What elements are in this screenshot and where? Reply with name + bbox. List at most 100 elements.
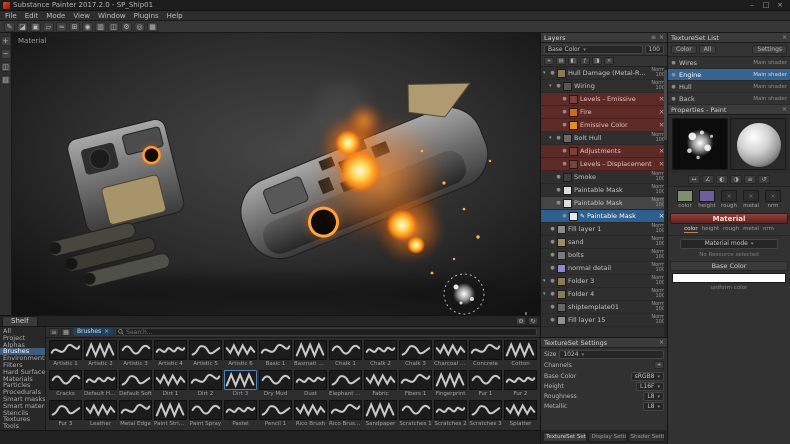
- add-channel-button[interactable]: +: [654, 361, 664, 369]
- brush-item[interactable]: Rico Brush: [293, 399, 328, 429]
- layer-row[interactable]: ●SmokeNorm100: [541, 171, 667, 184]
- brush-item[interactable]: Concrete: [468, 339, 503, 369]
- material-tab-color[interactable]: color: [684, 226, 698, 233]
- material-sphere-preview[interactable]: [730, 118, 786, 170]
- menu-file[interactable]: File: [5, 12, 17, 20]
- brush-item[interactable]: Paint Stripes: [153, 399, 188, 429]
- symmetry-toggle-icon[interactable]: ◫: [1, 62, 11, 72]
- projection-tool[interactable]: ▣: [30, 22, 41, 32]
- brush-item[interactable]: Leather: [83, 399, 118, 429]
- brush-item[interactable]: Chalk 1: [328, 339, 363, 369]
- material-mode-dropdown[interactable]: Material mode: [680, 239, 778, 249]
- shelf-category[interactable]: Alphas: [0, 342, 45, 349]
- shelf-category[interactable]: Smart materials: [0, 403, 45, 410]
- layer-row[interactable]: ▾●WiringNorm100: [541, 80, 667, 93]
- brush-item[interactable]: Scratches 3: [468, 399, 503, 429]
- brush-item[interactable]: Dirt 1: [153, 369, 188, 399]
- panel-close-icon[interactable]: ×: [659, 339, 664, 346]
- brush-item[interactable]: Basic 1: [258, 339, 293, 369]
- reset-icon[interactable]: ↺: [758, 175, 770, 184]
- textureset-row[interactable]: ●EngineMain shader: [668, 69, 790, 81]
- layer-mask-row[interactable]: ●✎Paintable Mask×: [541, 210, 667, 223]
- angle-icon[interactable]: ∠: [702, 175, 714, 184]
- channel-chip-rough[interactable]: ×rough: [719, 190, 739, 209]
- layer-row[interactable]: ●Fill layer 15Norm100: [541, 314, 667, 327]
- brush-item[interactable]: Scratches 2: [433, 399, 468, 429]
- shelf-tab[interactable]: Shelf: [2, 316, 38, 326]
- close-button[interactable]: ×: [773, 0, 787, 10]
- settings-button[interactable]: Settings: [752, 45, 787, 54]
- size-dropdown[interactable]: 1024: [559, 350, 664, 359]
- opacity-icon[interactable]: ◐: [716, 175, 728, 184]
- symmetry-icon[interactable]: ◫: [108, 22, 119, 32]
- paint-tool[interactable]: ✎: [4, 22, 15, 32]
- panel-tab[interactable]: Shader Settings: [628, 432, 665, 442]
- shelf-category[interactable]: Brushes: [0, 348, 45, 355]
- visibility-icon[interactable]: ●: [550, 226, 555, 232]
- visibility-icon[interactable]: ●: [671, 84, 676, 90]
- clone-tool[interactable]: ⊞: [69, 22, 80, 32]
- fill-mode-icon[interactable]: ▤: [1, 75, 11, 85]
- visibility-icon[interactable]: ●: [562, 161, 567, 167]
- channel-format-dropdown[interactable]: L8: [643, 402, 664, 411]
- layer-effect-row[interactable]: ●Levels - Displacement×: [541, 158, 667, 171]
- visibility-icon[interactable]: ●: [550, 239, 555, 245]
- layer-blend-dropdown[interactable]: Base Color: [544, 45, 643, 54]
- visibility-icon[interactable]: ●: [562, 109, 567, 115]
- shelf-category[interactable]: Materials: [0, 376, 45, 383]
- shelf-category[interactable]: Environments: [0, 355, 45, 362]
- filter-list-icon[interactable]: ≡: [49, 328, 59, 336]
- brush-item[interactable]: Dirt 3: [223, 369, 258, 399]
- menu-help[interactable]: Help: [167, 12, 183, 20]
- brush-item[interactable]: Scratches 1: [398, 399, 433, 429]
- shelf-category[interactable]: Filters: [0, 362, 45, 369]
- grid-icon[interactable]: ▦: [147, 22, 158, 32]
- layer-effect-row[interactable]: ●Adjustments×: [541, 145, 667, 158]
- expand-caret-icon[interactable]: ▾: [549, 83, 554, 89]
- viewport-canvas[interactable]: [12, 33, 540, 315]
- brush-item[interactable]: Default Soft: [118, 369, 153, 399]
- brush-item[interactable]: Artistic 1: [48, 339, 83, 369]
- shelf-settings-icon[interactable]: ⚙: [516, 317, 526, 325]
- layer-row[interactable]: ●shiptemplate01Norm100: [541, 301, 667, 314]
- visibility-icon[interactable]: ●: [556, 200, 561, 206]
- layer-effect-row[interactable]: ●Emissive Color×: [541, 119, 667, 132]
- color-filter-button[interactable]: Color: [671, 45, 697, 54]
- expand-caret-icon[interactable]: ▾: [543, 291, 548, 297]
- shelf-category[interactable]: Tools: [0, 423, 45, 430]
- brush-item[interactable]: Cotton: [503, 339, 538, 369]
- brush-item[interactable]: Rico Brush 1: [328, 399, 363, 429]
- brush-item[interactable]: Chalk 3: [398, 339, 433, 369]
- visibility-icon[interactable]: ●: [550, 291, 555, 297]
- menu-window[interactable]: Window: [98, 12, 126, 20]
- brush-item[interactable]: Sandpaper: [363, 399, 398, 429]
- smudge-tool[interactable]: ≈: [56, 22, 67, 32]
- channel-format-dropdown[interactable]: L16F: [636, 382, 664, 391]
- visibility-icon[interactable]: ●: [550, 317, 555, 323]
- brush-item[interactable]: Artistic 2: [83, 339, 118, 369]
- brush-item[interactable]: Splatter: [503, 399, 538, 429]
- brush-item[interactable]: Artistic 6: [223, 339, 258, 369]
- add-fill-icon[interactable]: ◧: [568, 57, 578, 65]
- textureset-row[interactable]: ●WiresMain shader: [668, 57, 790, 69]
- panel-tab[interactable]: Display Settings: [588, 432, 626, 442]
- brush-item[interactable]: Dirt 2: [188, 369, 223, 399]
- visibility-icon[interactable]: ●: [550, 252, 555, 258]
- brush-item[interactable]: Basmati Brush: [293, 339, 328, 369]
- channel-chip-color[interactable]: color: [675, 190, 695, 209]
- filter-chip-close-icon[interactable]: ×: [104, 328, 109, 336]
- layer-effect-row[interactable]: ●Levels - Emissive×: [541, 93, 667, 106]
- material-section-header[interactable]: Material: [670, 213, 788, 224]
- shelf-refresh-icon[interactable]: ↻: [528, 317, 538, 325]
- brush-item[interactable]: Pencil 1: [258, 399, 293, 429]
- maximize-button[interactable]: □: [759, 0, 773, 10]
- visibility-icon[interactable]: ●: [562, 122, 567, 128]
- brush-item[interactable]: Fingerprint: [433, 369, 468, 399]
- panel-close-icon[interactable]: ×: [659, 34, 664, 41]
- panel-menu-icon[interactable]: ≡: [651, 34, 656, 41]
- layer-group-row[interactable]: ▾●Folder 3Norm100: [541, 275, 667, 288]
- layer-effect-row[interactable]: ●Fire×: [541, 106, 667, 119]
- visibility-icon[interactable]: ●: [550, 70, 555, 76]
- menu-view[interactable]: View: [73, 12, 90, 20]
- brush-item[interactable]: Charcoal Brush: [433, 339, 468, 369]
